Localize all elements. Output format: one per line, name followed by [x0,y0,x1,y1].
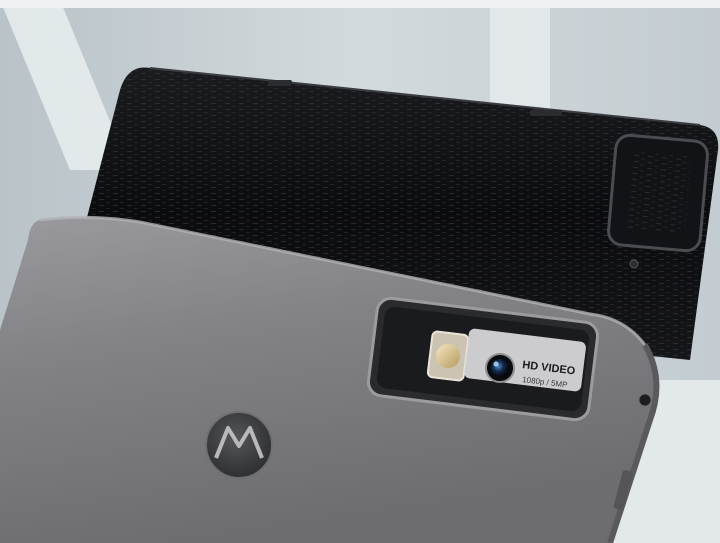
black-tablet-mic [629,259,639,269]
black-tablet-port-2 [530,110,562,116]
black-tablet-port-1 [268,80,292,86]
gray-tablet-side-port [638,393,652,407]
window-frame-top [0,0,720,8]
window-frame-right [490,0,550,120]
motorola-logo-icon [205,411,273,479]
photo-canvas: HD VIDEO 1080p / 5MP [0,0,720,543]
product-photo: HD VIDEO 1080p / 5MP [0,0,720,543]
flash-led [436,344,460,368]
